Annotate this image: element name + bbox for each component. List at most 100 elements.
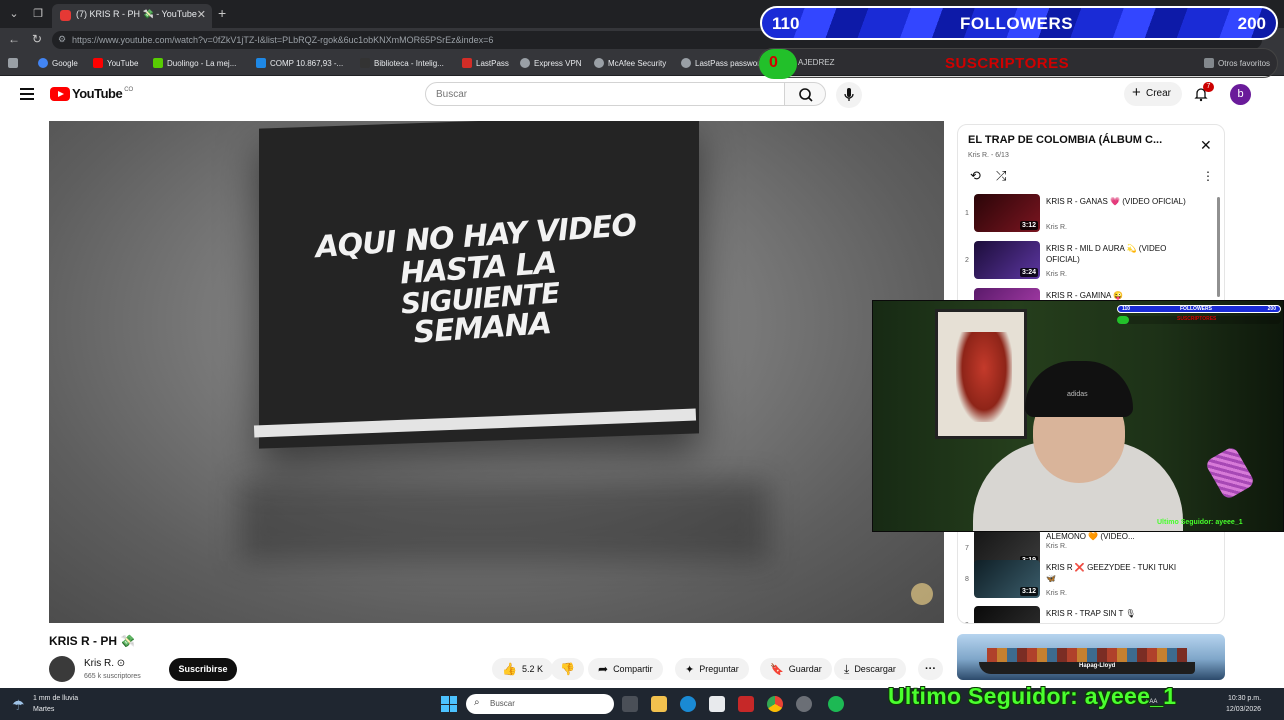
ask-button[interactable]: ✦ Preguntar <box>675 658 749 680</box>
poster-figure <box>956 332 1012 422</box>
sparkle-icon: ✦ <box>685 663 695 676</box>
store-icon[interactable] <box>709 696 725 712</box>
channel-watermark-icon[interactable] <box>911 583 933 605</box>
bookmark-lastpass[interactable]: LastPass <box>462 58 509 68</box>
webcam-subs-indicator <box>1117 316 1129 324</box>
duolingo-icon <box>153 58 163 68</box>
youtube-logo[interactable]: YouTube CO <box>50 86 133 101</box>
bookmark-google[interactable]: Google <box>38 58 78 68</box>
download-icon: ⤓ <box>844 661 850 676</box>
playlist-item[interactable]: 1 3:12 KRIS R - GANAS 💗 (VIDEO OFICIAL) … <box>958 194 1220 240</box>
bookmark-comp[interactable]: COMP 10.867,93 -... <box>256 58 343 68</box>
weather-widget[interactable]: 1 mm de lluvia Martes <box>33 694 78 715</box>
bookmark-expressvpn[interactable]: Express VPN <box>520 58 582 68</box>
spotify-icon[interactable] <box>828 696 844 712</box>
bookmark-mcafee[interactable]: McAfee Security <box>594 58 666 68</box>
followers-goal: 200 <box>1237 14 1266 33</box>
bookmark-label: McAfee Security <box>608 58 667 68</box>
webcam-subs-bar: SUSCRIPTORES <box>1117 316 1281 324</box>
subscribe-button[interactable]: Suscribirse <box>169 658 237 681</box>
notification-badge: 7 <box>1203 82 1214 92</box>
playlist-title[interactable]: EL TRAP DE COLOMBIA (ÁLBUM C... <box>968 134 1162 146</box>
webcam-followers-goal: 200 <box>1267 306 1276 312</box>
close-playlist-icon[interactable]: ✕ <box>1200 137 1212 154</box>
playlist-item-thumbnail: 3:24 <box>974 241 1040 279</box>
playlist-item-index: 9 <box>962 622 972 623</box>
playlist-item[interactable]: 8 3:12 KRIS R ❌ GEEZYDEE - TUKI TUKI 🦋 K… <box>958 560 1220 606</box>
ask-label: Preguntar <box>699 664 739 674</box>
save-button[interactable]: 🔖 Guardar <box>760 658 832 680</box>
site-info-icon[interactable]: ⚙ <box>58 34 66 45</box>
clock-date: 12/03/2026 <box>1226 705 1262 713</box>
playlist-item-duration: 3:12 <box>1019 587 1038 596</box>
search-icon <box>799 88 813 102</box>
search-button[interactable] <box>784 82 826 106</box>
start-button[interactable] <box>441 696 457 712</box>
taskbar-search[interactable]: ⌕ Buscar <box>466 694 614 714</box>
loop-icon[interactable]: ⟲ <box>970 168 981 184</box>
tab-title: (7) KRIS R - PH 💸 - YouTube <box>76 9 197 19</box>
dislike-button[interactable]: 👎 <box>551 658 584 680</box>
bookmark-youtube[interactable]: YouTube <box>93 58 138 68</box>
notifications-button[interactable]: 7 <box>1193 82 1214 102</box>
tab-search-icon[interactable]: ⌄ <box>6 6 22 22</box>
settings-icon[interactable] <box>796 696 812 712</box>
close-tab-icon[interactable]: ✕ <box>197 8 206 21</box>
search-icon: ⌕ <box>474 697 480 708</box>
channel-name[interactable]: Kris R. ⊙ <box>84 658 125 669</box>
followers-goal-banner: 110 FOLLOWERS 200 <box>760 6 1278 40</box>
menu-icon[interactable] <box>20 88 34 100</box>
back-icon[interactable]: ← <box>8 32 20 46</box>
search-input[interactable]: Buscar <box>425 82 785 106</box>
mic-icon <box>844 88 854 101</box>
playlist-item-index: 2 <box>965 257 969 264</box>
last-follower-overlay: Ultimo Seguidor: ayeee_1 <box>888 683 1177 709</box>
bookmark-label: Google <box>52 58 78 68</box>
playlist-item-thumbnail: 3:12 <box>974 560 1040 598</box>
new-tab-button[interactable]: + <box>218 5 226 21</box>
lastpass-icon <box>462 58 472 68</box>
workspaces-icon[interactable]: ❐ <box>30 6 46 22</box>
youtube-logo-text: YouTube <box>72 86 123 101</box>
app-red-icon[interactable] <box>738 696 754 712</box>
shuffle-icon[interactable]: ⤮ <box>996 168 1006 184</box>
like-button[interactable]: 👍 5.2 K <box>492 658 553 680</box>
reload-icon[interactable]: ↻ <box>32 32 42 46</box>
weather-icon[interactable]: ☂ <box>12 697 25 714</box>
edge-icon[interactable] <box>680 696 696 712</box>
account-avatar[interactable]: b <box>1230 84 1251 105</box>
webcam-followers-label: FOLLOWERS <box>1180 306 1212 312</box>
share-button[interactable]: ➦ Compartir <box>588 658 663 680</box>
task-view-icon[interactable] <box>622 696 638 712</box>
youtube-play-icon <box>50 86 70 101</box>
microphone <box>1204 445 1256 501</box>
chrome-icon[interactable] <box>767 696 783 712</box>
playlist-item-channel: Kris R. <box>1046 590 1067 597</box>
video-player[interactable]: AQUI NO HAY VIDEO HASTA LA SIGUIENTE SEM… <box>49 121 944 623</box>
playlist-item-index: 7 <box>965 545 969 552</box>
google-icon <box>38 58 48 68</box>
file-explorer-icon[interactable] <box>651 696 667 712</box>
playlist-item-title: KRIS R - GANAS 💗 (VIDEO OFICIAL) <box>1046 197 1186 206</box>
download-button[interactable]: ⤓ Descargar <box>834 658 906 680</box>
playlist-meta: Kris R. - 6/13 <box>968 152 1009 159</box>
clock[interactable]: 10:30 p.m. 12/03/2026 <box>1226 694 1261 715</box>
thumbs-down-icon: 👎 <box>560 662 575 676</box>
bookmark-duolingo[interactable]: Duolingo - La mej... <box>153 58 236 68</box>
bookmark-label: COMP 10.867,93 -... <box>270 58 344 68</box>
apps-icon[interactable] <box>8 58 18 68</box>
playlist-item[interactable]: 2 3:24 KRIS R - MIL D AURA 💫 (VIDEO OFIC… <box>958 241 1220 287</box>
weather-line1: 1 mm de lluvia <box>33 695 79 702</box>
subs-progress-indicator <box>759 49 797 79</box>
more-actions-button[interactable]: ··· <box>918 658 943 680</box>
tab-active[interactable]: (7) KRIS R - PH 💸 - YouTube ✕ <box>52 4 212 28</box>
create-button[interactable]: + Crear <box>1124 82 1182 106</box>
channel-avatar[interactable] <box>49 656 75 682</box>
playlist-item[interactable]: 9 KRIS R - TRAP SIN T 🎙 <box>958 606 1220 623</box>
bookmark-biblioteca[interactable]: Biblioteca - Intelig... <box>360 58 444 68</box>
ad-banner[interactable]: Hapag-Lloyd <box>957 634 1225 680</box>
voice-search-button[interactable] <box>836 82 862 108</box>
subscribers-goal-banner: 0 SUSCRIPTORES <box>758 48 1278 79</box>
playlist-more-icon[interactable]: ⋮ <box>1202 169 1214 183</box>
followers-label: FOLLOWERS <box>960 14 1074 33</box>
